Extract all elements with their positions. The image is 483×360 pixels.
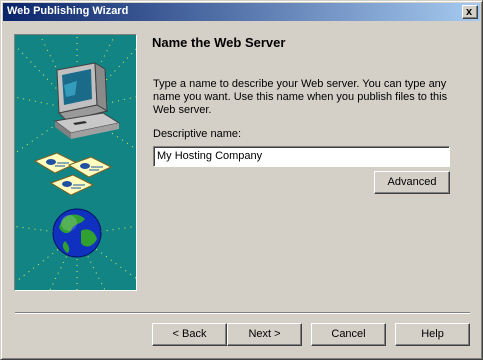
- button-separator: [15, 312, 470, 314]
- cancel-button[interactable]: Cancel: [311, 323, 386, 346]
- documents-icon: [33, 152, 113, 196]
- illustration-graphic: [15, 35, 136, 290]
- title-bar[interactable]: Web Publishing Wizard x: [3, 3, 480, 21]
- close-icon: x: [466, 6, 473, 18]
- globe-icon: [52, 208, 102, 258]
- descriptive-name-label: Descriptive name:: [153, 128, 242, 140]
- advanced-button[interactable]: Advanced: [374, 171, 450, 194]
- next-button[interactable]: Next >: [227, 323, 302, 346]
- window-title: Web Publishing Wizard: [7, 5, 129, 17]
- wizard-illustration: [14, 34, 137, 291]
- computer-icon: [53, 62, 121, 139]
- close-button[interactable]: x: [462, 5, 478, 19]
- wizard-window: Web Publishing Wizard x Name the Web Ser…: [0, 0, 483, 360]
- page-description: Type a name to describe your Web server.…: [153, 78, 448, 116]
- help-button[interactable]: Help: [395, 323, 470, 346]
- page-heading: Name the Web Server: [152, 35, 286, 50]
- back-button[interactable]: < Back: [152, 323, 227, 346]
- descriptive-name-input[interactable]: My Hosting Company: [153, 146, 450, 167]
